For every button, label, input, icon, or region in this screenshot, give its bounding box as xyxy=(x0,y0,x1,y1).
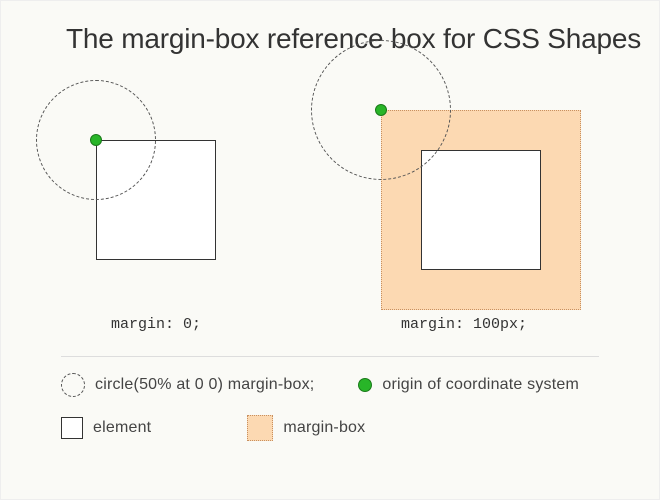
origin-dot xyxy=(375,104,387,116)
margin-box-icon xyxy=(247,415,273,441)
element-square-icon xyxy=(61,417,83,439)
legend-item-margin-box: margin-box xyxy=(247,415,365,441)
caption-margin-100: margin: 100px; xyxy=(401,316,527,333)
legend: circle(50% at 0 0) margin-box; origin of… xyxy=(61,373,619,459)
legend-label: origin of coordinate system xyxy=(382,376,579,394)
divider xyxy=(61,356,599,357)
diagram-area xyxy=(1,55,659,315)
legend-item-circle: circle(50% at 0 0) margin-box; xyxy=(61,373,314,397)
caption-margin-0: margin: 0; xyxy=(111,316,201,333)
legend-label: circle(50% at 0 0) margin-box; xyxy=(95,376,314,394)
legend-item-element: element xyxy=(61,417,151,439)
legend-label: margin-box xyxy=(283,419,365,437)
origin-dot-icon xyxy=(358,378,372,392)
element-box xyxy=(421,150,541,270)
page-title: The margin-box reference box for CSS Sha… xyxy=(1,1,659,55)
legend-item-origin: origin of coordinate system xyxy=(358,376,579,394)
dashed-circle-icon xyxy=(61,373,85,397)
origin-dot xyxy=(90,134,102,146)
legend-label: element xyxy=(93,419,151,437)
